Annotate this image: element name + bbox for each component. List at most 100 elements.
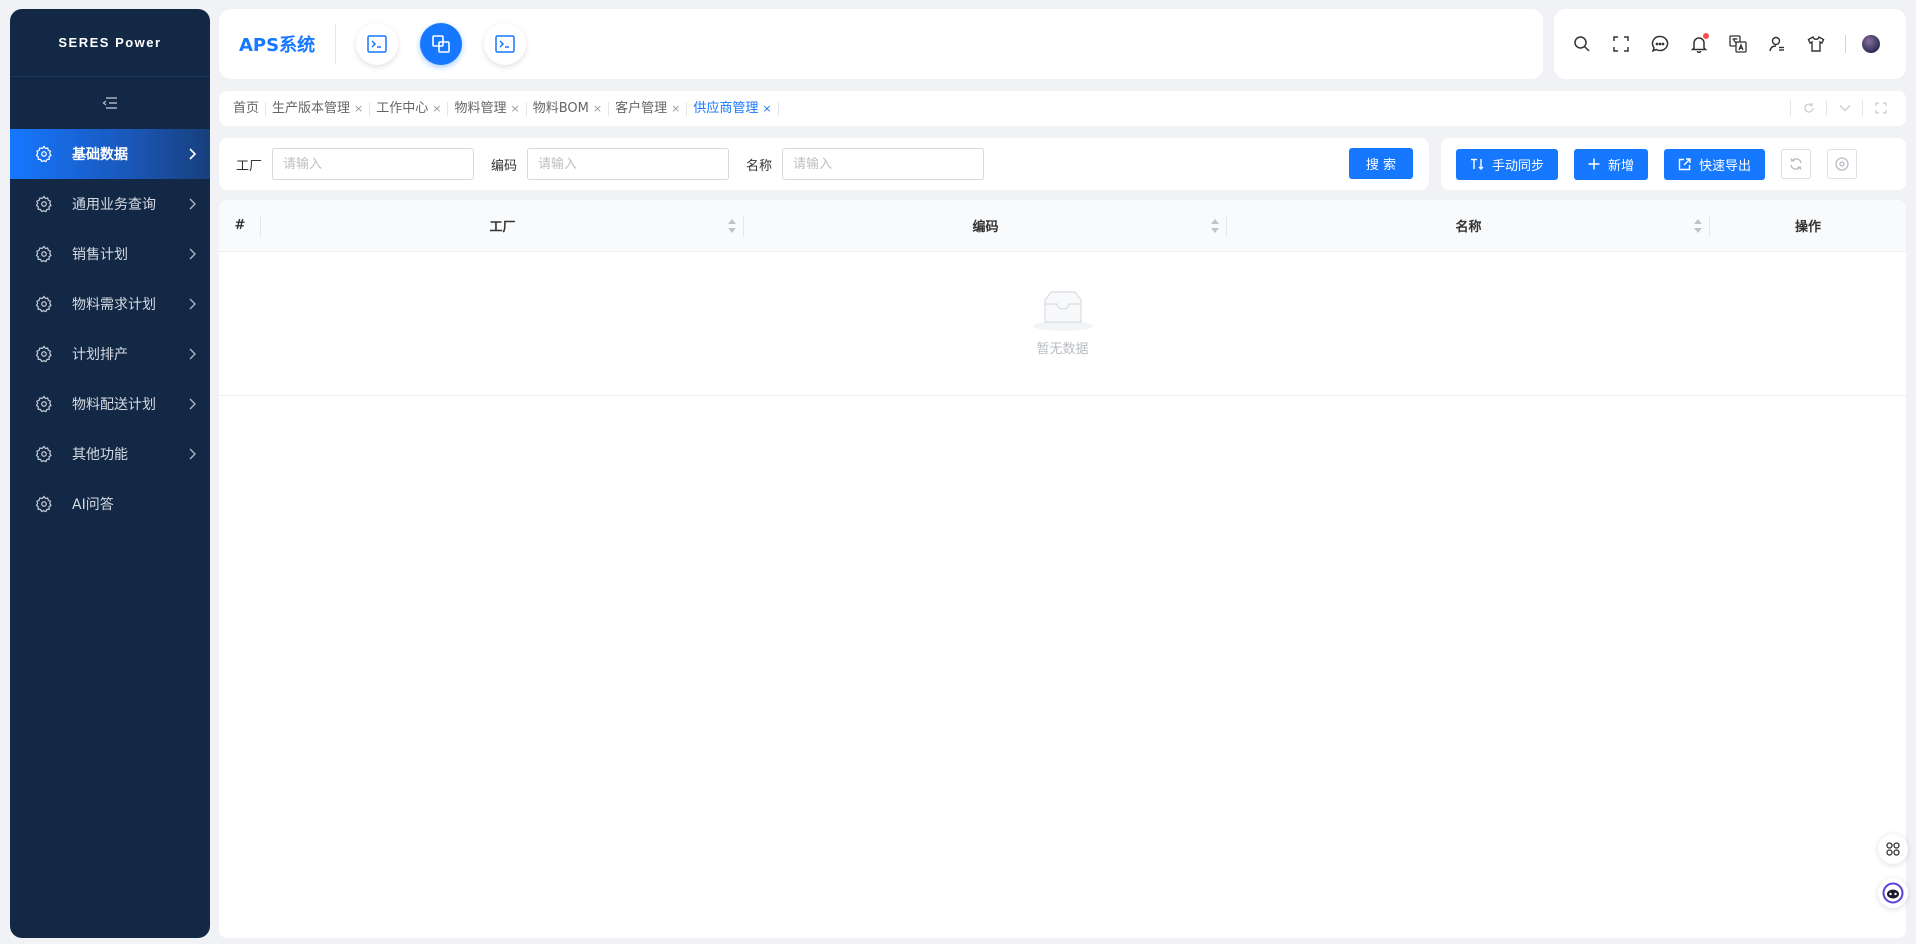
data-table: # 工厂 编码 名称 操作 暂无数据 bbox=[219, 200, 1906, 938]
copy-windows-icon bbox=[431, 34, 451, 54]
tab-supplier-management[interactable]: 供应商管理 × bbox=[687, 101, 779, 116]
chevron-right-icon bbox=[188, 146, 198, 162]
name-label: 名称 bbox=[746, 158, 773, 174]
refresh-icon bbox=[1789, 157, 1803, 171]
search-panel: 工厂 编码 名称 搜 索 bbox=[219, 138, 1429, 190]
tab-label: 首页 bbox=[233, 100, 260, 116]
sort-icon[interactable] bbox=[728, 219, 736, 233]
fullscreen-icon[interactable] bbox=[1611, 34, 1631, 54]
table-header: # 工厂 编码 名称 操作 bbox=[219, 200, 1906, 252]
header-toolbox bbox=[1554, 9, 1906, 79]
terminal-icon bbox=[495, 35, 515, 53]
sidebar-item-sales-plan[interactable]: 销售计划 bbox=[10, 229, 210, 279]
sidebar-item-ai-qa[interactable]: AI问答 bbox=[10, 479, 210, 529]
add-button[interactable]: 新增 bbox=[1574, 148, 1649, 180]
avatar[interactable] bbox=[1862, 35, 1880, 53]
sidebar-item-label: 其他功能 bbox=[72, 447, 128, 463]
gear-icon bbox=[35, 345, 53, 363]
chevron-right-icon bbox=[188, 346, 198, 362]
gear-icon bbox=[35, 295, 53, 313]
tab-customer-management[interactable]: 客户管理 × bbox=[609, 101, 688, 116]
sidebar-item-other-functions[interactable]: 其他功能 bbox=[10, 429, 210, 479]
terminal-button[interactable] bbox=[356, 23, 399, 65]
column-header-label: 编码 bbox=[972, 220, 999, 235]
sort-icon[interactable] bbox=[1694, 219, 1702, 233]
close-icon[interactable]: × bbox=[354, 102, 363, 116]
sidebar-item-material-requirement[interactable]: 物料需求计划 bbox=[10, 279, 210, 329]
column-header-label: 工厂 bbox=[489, 220, 516, 235]
action-panel: 手动同步 新增 快速导出 bbox=[1441, 138, 1906, 190]
sidebar-item-label: 销售计划 bbox=[72, 247, 128, 263]
code-input[interactable] bbox=[527, 148, 730, 180]
translate-icon[interactable] bbox=[1728, 34, 1748, 54]
tabs-bar: 首页 生产版本管理 × 工作中心 × 物料管理 × 物料BOM × 客户管理 × 供应商管… bbox=[219, 91, 1906, 126]
chevron-right-icon bbox=[188, 296, 198, 312]
search-button[interactable]: 搜 索 bbox=[1349, 148, 1413, 179]
close-icon[interactable]: × bbox=[593, 102, 602, 116]
tab-home[interactable]: 首页 bbox=[227, 100, 267, 116]
gear-icon bbox=[35, 395, 53, 413]
sidebar-item-general-query[interactable]: 通用业务查询 bbox=[10, 179, 210, 229]
close-icon[interactable]: × bbox=[762, 102, 771, 116]
sidebar-item-label: AI问答 bbox=[72, 497, 114, 513]
refresh-tab-icon[interactable] bbox=[1790, 100, 1826, 116]
gear-icon bbox=[35, 495, 53, 513]
tab-label: 工作中心 bbox=[376, 100, 429, 116]
chevron-right-icon bbox=[188, 246, 198, 262]
column-visibility-button[interactable] bbox=[1827, 149, 1858, 179]
tab-work-center[interactable]: 工作中心 × bbox=[370, 100, 449, 116]
close-icon[interactable]: × bbox=[671, 102, 680, 116]
theme-shirt-icon[interactable] bbox=[1806, 34, 1826, 54]
collapse-menu-icon[interactable] bbox=[10, 77, 210, 129]
empty-text: 暂无数据 bbox=[1036, 342, 1089, 357]
sync-text-icon bbox=[1470, 158, 1484, 170]
user-settings-icon[interactable] bbox=[1767, 34, 1787, 54]
sidebar-item-basic-data[interactable]: 基础数据 bbox=[10, 129, 210, 179]
gear-icon bbox=[35, 445, 53, 463]
plus-icon bbox=[1588, 158, 1600, 170]
column-header-label: # bbox=[234, 218, 246, 233]
empty-state: 暂无数据 bbox=[219, 252, 1906, 396]
export-button[interactable]: 快速导出 bbox=[1664, 148, 1766, 180]
column-header-label: 名称 bbox=[1455, 220, 1482, 235]
code-label: 编码 bbox=[491, 158, 518, 174]
tab-material-bom[interactable]: 物料BOM × bbox=[527, 100, 610, 116]
robot-icon bbox=[1882, 882, 1904, 904]
terminal-button-2[interactable] bbox=[484, 23, 527, 65]
column-header-name[interactable]: 名称 bbox=[1227, 200, 1710, 251]
sort-icon[interactable] bbox=[1211, 219, 1219, 233]
chat-icon[interactable] bbox=[1650, 34, 1670, 54]
close-icon[interactable]: × bbox=[432, 102, 441, 116]
column-header-factory[interactable]: 工厂 bbox=[261, 200, 744, 251]
manual-sync-button[interactable]: 手动同步 bbox=[1456, 148, 1559, 180]
sidebar-item-label: 通用业务查询 bbox=[72, 197, 156, 213]
tab-production-version[interactable]: 生产版本管理 × bbox=[266, 101, 371, 116]
name-input[interactable] bbox=[782, 148, 985, 180]
header: APS系统 bbox=[219, 9, 1543, 79]
search-icon[interactable] bbox=[1572, 34, 1592, 54]
gear-icon bbox=[35, 245, 53, 263]
bell-icon[interactable] bbox=[1689, 33, 1709, 54]
chevron-right-icon bbox=[188, 196, 198, 212]
tab-label: 物料BOM bbox=[532, 100, 589, 116]
chevron-down-icon[interactable] bbox=[1826, 100, 1862, 116]
refresh-button[interactable] bbox=[1781, 149, 1812, 179]
tabs-controls bbox=[1790, 100, 1898, 116]
column-header-label: 操作 bbox=[1794, 220, 1821, 235]
sidebar-item-production-scheduling[interactable]: 计划排产 bbox=[10, 329, 210, 379]
sidebar-item-label: 基础数据 bbox=[72, 147, 128, 163]
copy-windows-button[interactable] bbox=[420, 23, 463, 65]
export-label: 快速导出 bbox=[1699, 158, 1752, 174]
apps-float-button[interactable] bbox=[1878, 834, 1908, 864]
sidebar-item-label: 计划排产 bbox=[72, 347, 128, 363]
ai-assistant-float-button[interactable] bbox=[1878, 878, 1908, 908]
maximize-icon[interactable] bbox=[1862, 100, 1898, 116]
sidebar-item-material-delivery[interactable]: 物料配送计划 bbox=[10, 379, 210, 429]
manual-sync-label: 手动同步 bbox=[1492, 158, 1545, 174]
factory-input[interactable] bbox=[272, 148, 475, 180]
close-icon[interactable]: × bbox=[511, 102, 520, 116]
chevron-right-icon bbox=[188, 446, 198, 462]
tab-material-management[interactable]: 物料管理 × bbox=[448, 101, 527, 116]
export-icon bbox=[1678, 157, 1691, 171]
column-header-code[interactable]: 编码 bbox=[744, 200, 1227, 251]
